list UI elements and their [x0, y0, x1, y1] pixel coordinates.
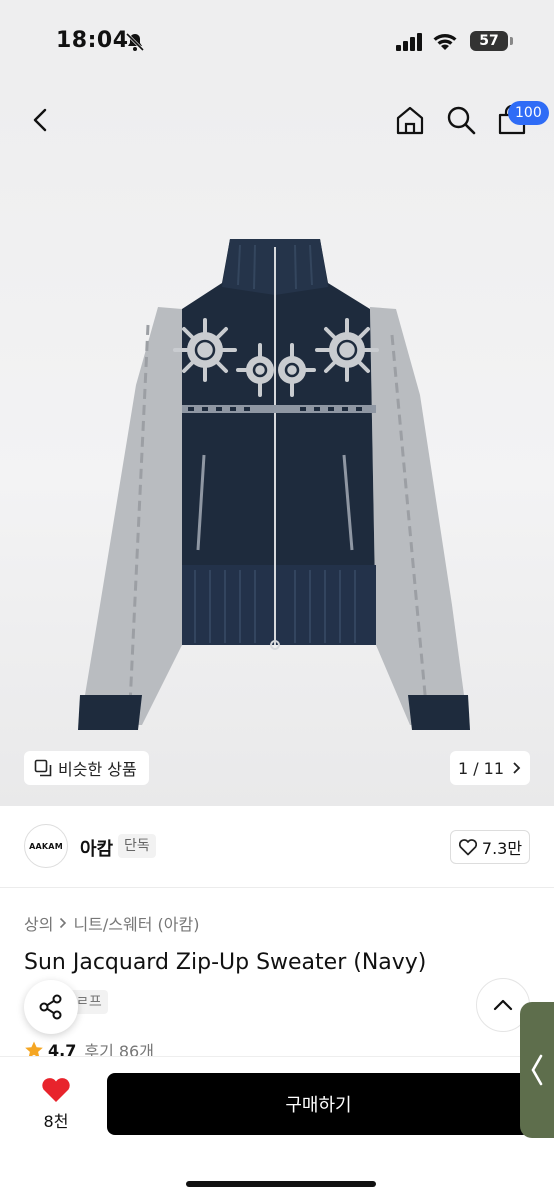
chevron-left-icon — [531, 1054, 543, 1086]
chevron-right-icon — [60, 917, 67, 929]
battery-indicator: 57 — [470, 31, 508, 51]
brand-logo[interactable]: AAKAM — [24, 824, 68, 868]
cart-count-badge: 100 — [508, 101, 549, 125]
chevron-up-icon — [493, 999, 513, 1011]
copy-icon — [34, 759, 52, 777]
brand-like-count: 7.3만 — [481, 839, 523, 858]
home-icon[interactable] — [393, 103, 427, 137]
home-indicator — [186, 1181, 376, 1187]
mute-bell-icon — [125, 32, 145, 52]
status-bar: 18:04 57 — [0, 0, 554, 86]
brand-name[interactable]: 아캄 — [80, 835, 113, 861]
breadcrumb: 상의 니트/스웨터 (아캄) — [24, 911, 199, 935]
product-title: Sun Jacquard Zip-Up Sweater (Navy) — [24, 950, 427, 975]
wish-count: 8천 — [43, 1112, 69, 1131]
buy-button[interactable]: 구매하기 — [107, 1073, 530, 1135]
chevron-right-icon — [513, 762, 521, 774]
share-button[interactable] — [24, 980, 78, 1034]
heart-filled-icon[interactable] — [40, 1076, 72, 1104]
image-page-indicator[interactable]: 1 / 11 — [450, 751, 530, 785]
similar-products-button[interactable]: 비슷한 상품 — [24, 751, 149, 785]
share-icon — [39, 994, 62, 1020]
similar-products-label: 비슷한 상품 — [58, 760, 137, 779]
breadcrumb-item[interactable]: 니트/스웨터 (아캄) — [73, 911, 199, 935]
status-time: 18:04 — [56, 28, 129, 53]
page-indicator-text: 1 / 11 — [457, 758, 505, 778]
signal-icon — [396, 33, 422, 51]
breadcrumb-item[interactable]: 상의 — [24, 911, 53, 935]
exclusive-badge: 단독 — [118, 834, 156, 858]
heart-outline-icon — [458, 839, 477, 856]
wifi-icon — [433, 34, 457, 50]
edge-panel-handle[interactable] — [520, 1002, 554, 1138]
product-image[interactable] — [70, 225, 480, 735]
search-icon[interactable] — [444, 103, 478, 137]
brand-row: AAKAM 아캄 단독 7.3만 — [0, 806, 554, 888]
back-icon[interactable] — [24, 104, 56, 136]
battery-cap — [510, 37, 513, 45]
brand-like-button[interactable]: 7.3만 — [450, 830, 530, 864]
